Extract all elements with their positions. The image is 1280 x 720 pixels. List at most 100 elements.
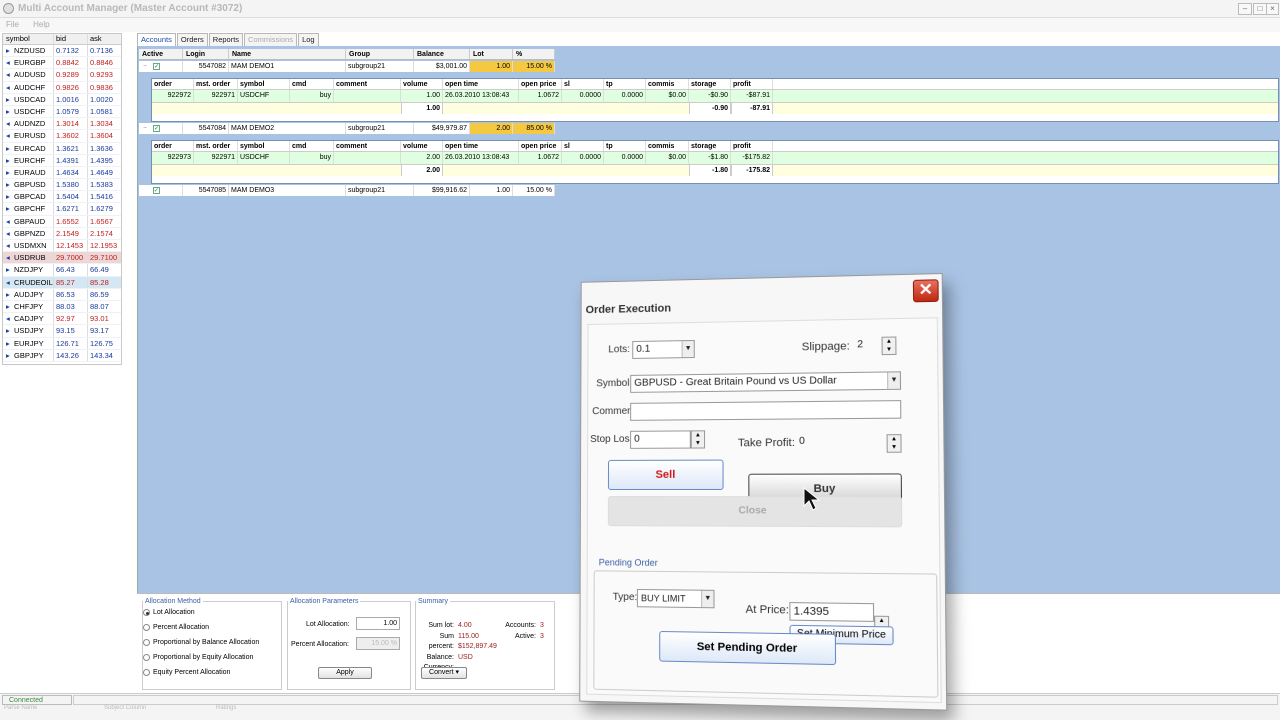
oh-profit[interactable]: profit [731,141,773,151]
quote-row[interactable]: ◂ GBPNZD 2.1549 2.1574 [3,227,121,240]
quote-row[interactable]: ▸ EURCAD 1.3621 1.3636 [3,142,121,155]
lots-select[interactable]: 0.1 ▼ [632,339,695,359]
apply-button[interactable]: Apply [318,667,372,679]
tab-reports[interactable]: Reports [208,33,244,46]
col-lot[interactable]: Lot [470,49,513,59]
account-row[interactable]: − ✓ 5547082 MAM DEMO1 subgroup21 $3,001.… [139,61,555,72]
chevron-down-icon[interactable]: ▼ [681,340,694,358]
chevron-down-icon[interactable]: ▼ [701,590,714,608]
oh-symbol[interactable]: symbol [238,79,290,89]
oh-open-price[interactable]: open price [519,79,562,89]
oh-order[interactable]: order [152,141,194,151]
active-checkbox[interactable]: ✓ [152,63,160,70]
oh-tp[interactable]: tp [604,79,646,89]
radio-button[interactable] [143,624,150,631]
account-row[interactable]: ✓ 5547085 MAM DEMO3 subgroup21 $99,916.6… [139,185,555,196]
tab-commissions[interactable]: Commissions [244,33,298,46]
quote-row[interactable]: ◂ USDRUB 29.7000 29.7100 [3,252,121,265]
stop-loss-spinner[interactable]: ▲ ▼ [690,430,706,449]
quote-row[interactable]: ▸ NZDJPY 66.43 66.49 [3,264,121,277]
symbol-select[interactable]: GBPUSD - Great Britain Pound vs US Dolla… [630,371,902,393]
col-login[interactable]: Login [183,49,229,59]
oh-symbol[interactable]: symbol [238,141,290,151]
close-window-button[interactable]: × [1266,3,1279,15]
oh-cmd[interactable]: cmd [290,141,334,151]
quote-row[interactable]: ▸ GBPJPY 143.26 143.34 [3,349,121,362]
quote-row[interactable]: ▸ EURCHF 1.4391 1.4395 [3,154,121,167]
quote-row[interactable]: ◂ GBPAUD 1.6552 1.6567 [3,215,121,228]
oh-mst-order[interactable]: mst. order [194,141,238,151]
account-lot[interactable]: 2.00 [470,123,513,134]
chevron-down-icon[interactable]: ▼ [887,372,901,389]
quote-row[interactable]: ◂ AUDCHF 0.9826 0.9836 [3,81,121,94]
close-order-button[interactable]: Close [607,496,903,528]
account-lot[interactable]: 1.00 [470,185,513,196]
radio-lot-allocation[interactable]: Lot Allocation [143,605,281,620]
col-pct[interactable]: % [513,49,555,59]
menu-file[interactable]: File [0,18,25,31]
radio-equity-percent-allocation[interactable]: Equity Percent Allocation [143,665,281,680]
active-checkbox[interactable]: ✓ [152,187,160,194]
quote-row[interactable]: ◂ AUDUSD 0.9289 0.9293 [3,69,121,82]
quote-row[interactable]: ◂ AUDNZD 1.3014 1.3034 [3,118,121,131]
oh-commis[interactable]: commis [646,79,689,89]
oh-sl[interactable]: sl [562,79,604,89]
radio-equity-allocation[interactable]: Proportional by Equity Allocation [143,650,281,665]
oh-open-price[interactable]: open price [519,141,562,151]
stop-loss-input[interactable]: 0 [630,430,691,449]
convert-button[interactable]: Convert ▾ [421,667,467,679]
tab-accounts[interactable]: Accounts [137,33,176,46]
account-pct[interactable]: 15.00 % [513,61,555,72]
quote-row[interactable]: ▸ CHFJPY 88.03 88.07 [3,300,121,314]
oh-open-time[interactable]: open time [443,141,519,151]
account-pct[interactable]: 15.00 % [513,185,555,196]
active-checkbox[interactable]: ✓ [152,125,160,132]
oh-storage[interactable]: storage [689,141,731,151]
quote-row[interactable]: ▸ EURAUD 1.4634 1.4649 [3,166,121,180]
tab-log[interactable]: Log [298,33,319,46]
oh-sl[interactable]: sl [562,141,604,151]
oh-open-time[interactable]: open time [443,79,519,89]
oh-comment[interactable]: comment [334,79,401,89]
quote-row[interactable]: ◂ CADJPY 92.97 93.01 [3,313,121,326]
tab-orders[interactable]: Orders [176,33,208,46]
at-price-input[interactable]: 1.4395 [789,602,875,622]
col-name[interactable]: Name [229,49,346,59]
order-row[interactable]: 922973 922971 USDCHF buy 2.00 26.03.2010… [152,152,1278,164]
oh-storage[interactable]: storage [689,79,731,89]
quotes-col-symbol[interactable]: symbol [3,34,53,44]
minimize-button[interactable]: – [1238,3,1252,15]
quote-row[interactable]: ▸ EURJPY 126.71 126.75 [3,337,121,350]
col-balance[interactable]: Balance [414,49,470,59]
maximize-button[interactable]: □ [1253,3,1267,15]
expand-toggle[interactable]: − [143,63,147,70]
slippage-spinner[interactable]: ▲ ▼ [881,336,897,356]
account-pct[interactable]: 85.00 % [513,123,555,134]
menu-help[interactable]: Help [27,18,55,31]
take-profit-input[interactable]: 0 [796,433,891,452]
radio-button[interactable] [143,609,150,616]
oh-comment[interactable]: comment [334,141,401,151]
comment-input[interactable] [630,400,902,421]
oh-commis[interactable]: commis [646,141,689,151]
quote-row[interactable]: ◂ USDMXN 12.1453 12.1953 [3,240,121,253]
quote-row[interactable]: ▸ USDCAD 1.0016 1.0020 [3,93,121,106]
radio-button[interactable] [143,669,150,676]
oh-tp[interactable]: tp [604,141,646,151]
col-group[interactable]: Group [346,49,414,59]
oh-mst-order[interactable]: mst. order [194,79,238,89]
radio-button[interactable] [143,639,150,646]
oh-volume[interactable]: volume [401,79,443,89]
take-profit-spinner[interactable]: ▲ ▼ [886,434,902,453]
quote-row[interactable]: ▸ GBPCAD 1.5404 1.5416 [3,191,121,204]
radio-button[interactable] [143,654,150,661]
lot-allocation-input[interactable]: 1.00 [356,617,400,630]
quote-row[interactable]: ▸ AUDJPY 86.53 86.59 [3,288,121,301]
oh-volume[interactable]: volume [401,141,443,151]
set-pending-order-button[interactable]: Set Pending Order [659,630,837,666]
sell-button[interactable]: Sell [607,459,724,490]
oh-profit[interactable]: profit [731,79,773,89]
radio-percent-allocation[interactable]: Percent Allocation [143,620,281,635]
radio-balance-allocation[interactable]: Proportional by Balance Allocation [143,635,281,650]
oh-cmd[interactable]: cmd [290,79,334,89]
